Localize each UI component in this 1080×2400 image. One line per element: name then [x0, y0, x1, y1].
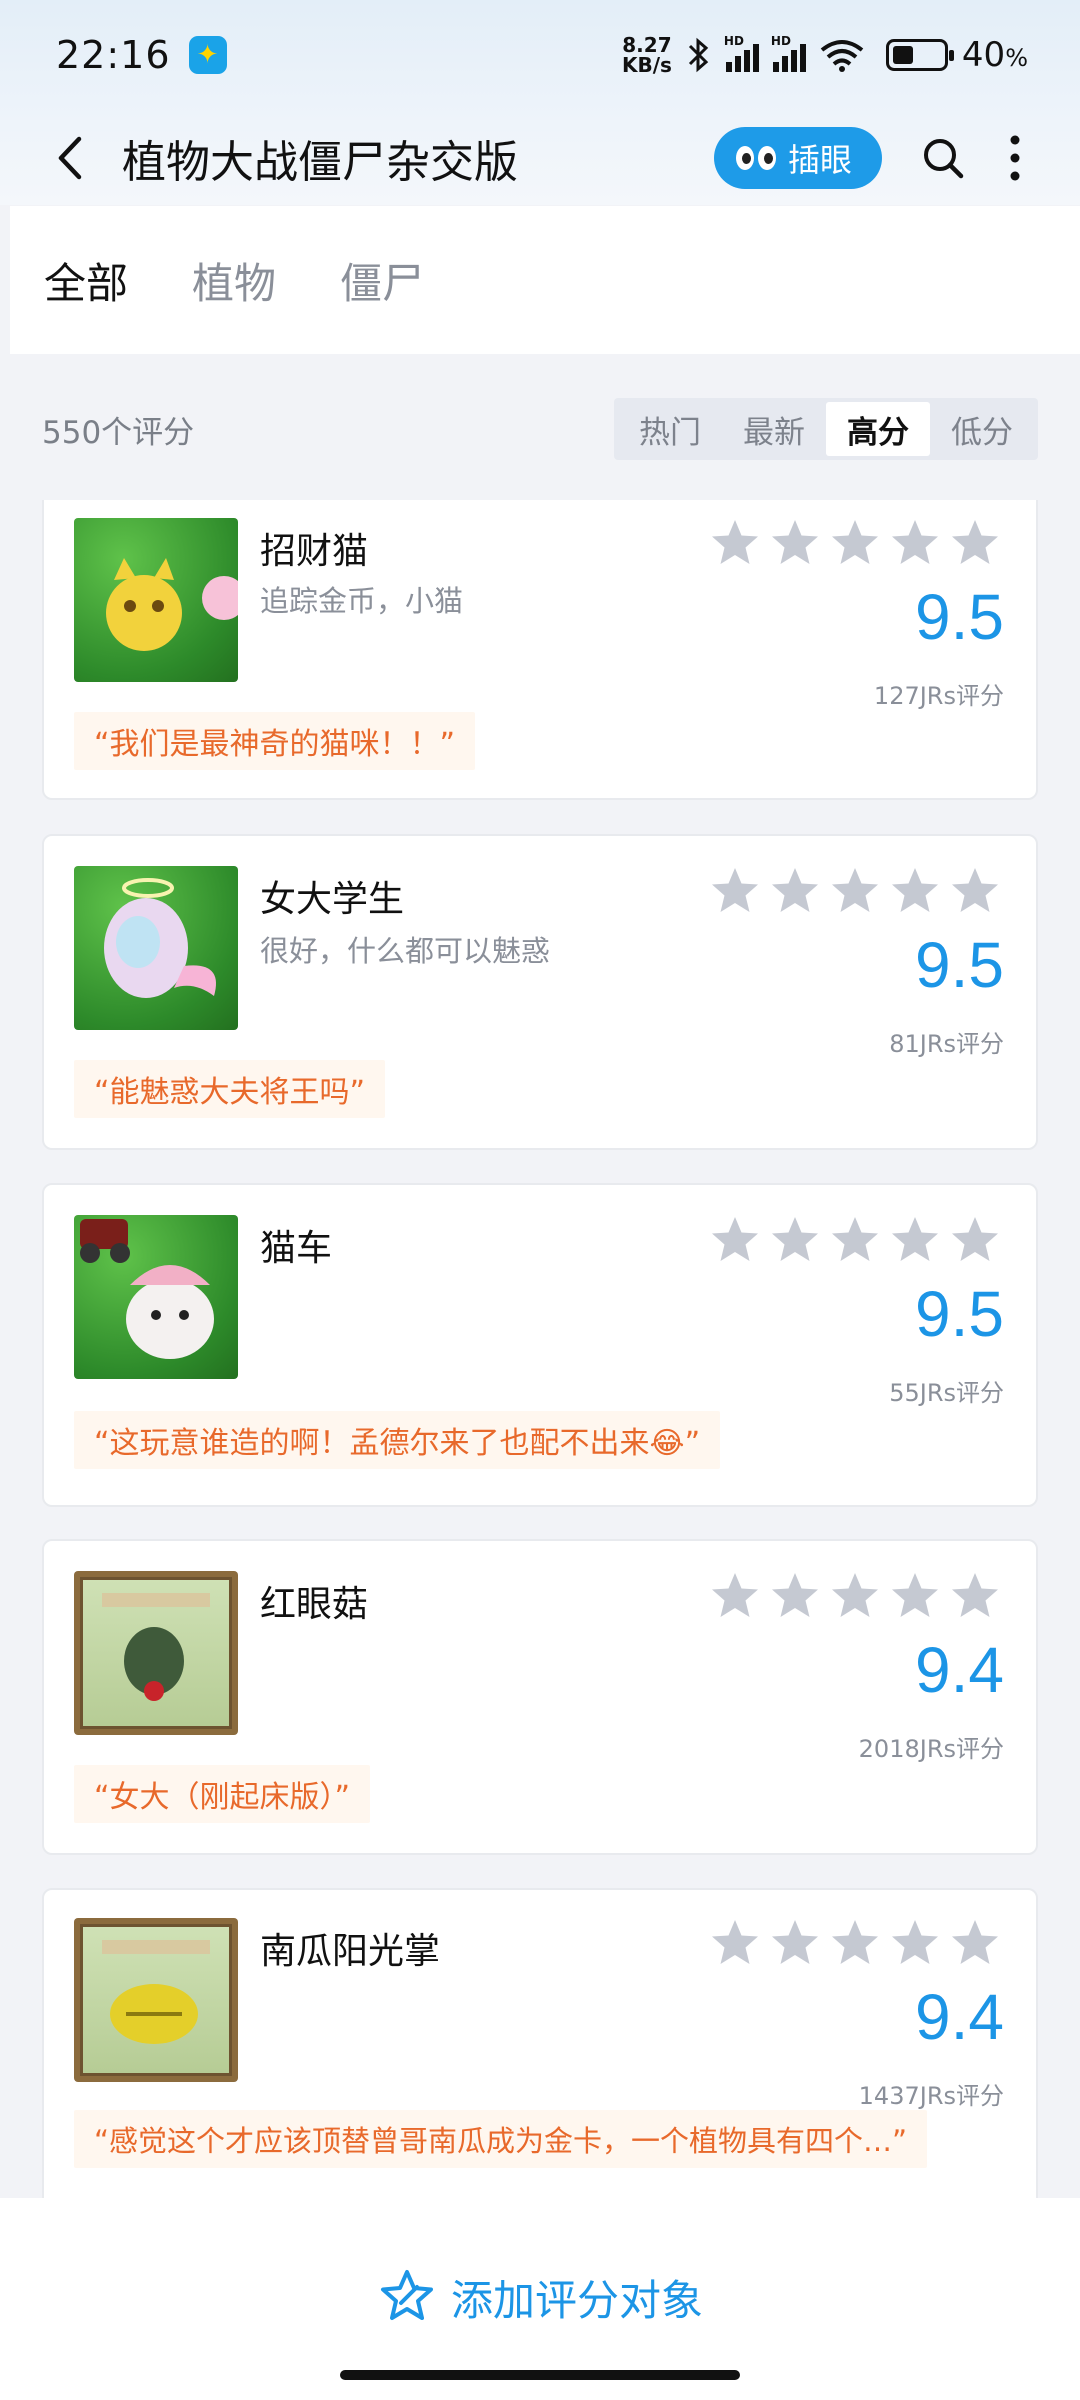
item-rater-count: 2018JRs评分	[858, 1735, 1004, 1763]
item-thumbnail	[74, 518, 238, 682]
star-icon	[712, 1920, 758, 1964]
item-top-comment: “女大（刚起床版）”	[74, 1765, 371, 1823]
item-rater-count: 55JRs评分	[889, 1379, 1004, 1407]
star-icon	[712, 520, 758, 564]
item-top-comment: “感觉这个才应该顶替曾哥南瓜成为金卡，一个植物具有四个…”	[74, 2110, 928, 2168]
sort-hot[interactable]: 热门	[618, 402, 722, 456]
network-speed: 8.27 KB/s	[621, 33, 672, 77]
sort-high-score[interactable]: 高分	[826, 402, 930, 456]
item-thumbnail	[74, 1571, 238, 1735]
peek-button[interactable]: 插眼	[713, 127, 882, 189]
item-score: 9.5	[915, 581, 1004, 653]
list-item[interactable]: 女大学生 很好，什么都可以魅惑 9.5 81JRs评分 “能魅惑大夫将王吗”	[42, 834, 1038, 1150]
wifi-icon	[820, 40, 864, 72]
more-vertical-icon	[1010, 135, 1020, 181]
battery-percent: 40%	[961, 35, 1028, 75]
star-rating[interactable]	[710, 1918, 1000, 1968]
star-icon	[892, 1217, 938, 1261]
star-icon	[832, 1920, 878, 1964]
filter-bar: 550个评分 热门 最新 高分 低分	[0, 370, 1080, 488]
star-icon	[952, 520, 998, 564]
star-icon	[832, 1573, 878, 1617]
page-title: 植物大战僵尸杂交版	[122, 137, 518, 188]
signal-1-icon: HD	[724, 34, 759, 72]
tab-zombies[interactable]: 僵尸	[340, 250, 424, 311]
item-top-comment: “能魅惑大夫将王吗”	[74, 1060, 386, 1118]
star-rating[interactable]	[710, 1215, 1000, 1265]
eyes-icon	[735, 146, 776, 170]
item-thumbnail	[74, 866, 238, 1030]
item-thumbnail	[74, 1918, 238, 2082]
category-tabs: 全部 植物 僵尸	[10, 206, 1080, 354]
item-thumbnail	[74, 1215, 238, 1379]
signal-2-icon: HD	[771, 34, 806, 72]
star-icon	[952, 1573, 998, 1617]
search-button[interactable]	[908, 123, 978, 193]
tab-all[interactable]: 全部	[44, 250, 128, 311]
sort-low-score[interactable]: 低分	[930, 402, 1034, 456]
item-rater-count: 81JRs评分	[889, 1030, 1004, 1058]
item-description: 很好，什么都可以魅惑	[260, 934, 551, 968]
item-score: 9.4	[915, 1981, 1004, 2053]
item-name: 南瓜阳光掌	[260, 1931, 441, 1972]
item-score: 9.5	[915, 929, 1004, 1001]
star-rating[interactable]	[710, 866, 1000, 916]
star-icon	[712, 868, 758, 912]
star-icon	[892, 868, 938, 912]
chevron-left-icon	[58, 136, 82, 180]
search-icon	[924, 139, 964, 179]
star-icon	[772, 1573, 818, 1617]
rating-count: 550个评分	[42, 414, 195, 451]
list-item[interactable]: 红眼菇 9.4 2018JRs评分 “女大（刚起床版）”	[42, 1539, 1038, 1855]
item-name: 女大学生	[260, 879, 405, 920]
item-name: 猫车	[260, 1228, 333, 1269]
star-icon	[892, 520, 938, 564]
status-time: 22:16	[56, 33, 171, 77]
list-item[interactable]: 招财猫 追踪金币，小猫 9.5 127JRs评分 “我们是最神奇的猫咪！！”	[42, 500, 1038, 800]
star-rating[interactable]	[710, 518, 1000, 568]
item-rater-count: 1437JRs评分	[858, 2082, 1004, 2110]
home-indicator[interactable]	[340, 2370, 740, 2380]
star-edit-icon	[380, 2270, 433, 2320]
status-bar: 22:16 ✦ 8.27 KB/s HD HD 40%	[0, 0, 1080, 110]
star-icon	[952, 868, 998, 912]
star-icon	[832, 1217, 878, 1261]
star-icon	[712, 1217, 758, 1261]
item-score: 9.5	[915, 1278, 1004, 1350]
star-icon	[772, 520, 818, 564]
notification-app-icon: ✦	[188, 36, 227, 74]
star-icon	[952, 1217, 998, 1261]
item-top-comment: “这玩意谁造的啊！孟德尔来了也配不出来😂”	[74, 1411, 721, 1469]
navigation-bar: 植物大战僵尸杂交版 插眼	[0, 110, 1080, 206]
sort-segmented-control: 热门 最新 高分 低分	[614, 398, 1038, 460]
star-icon	[892, 1920, 938, 1964]
item-rater-count: 127JRs评分	[873, 682, 1004, 710]
battery-icon	[885, 39, 954, 71]
list-item[interactable]: 猫车 9.5 55JRs评分 “这玩意谁造的啊！孟德尔来了也配不出来😂”	[42, 1183, 1038, 1507]
item-top-comment: “我们是最神奇的猫咪！！”	[74, 712, 476, 770]
more-button[interactable]	[990, 123, 1040, 193]
item-score: 9.4	[915, 1634, 1004, 1706]
list-item[interactable]: 南瓜阳光掌 9.4 1437JRs评分 “感觉这个才应该顶替曾哥南瓜成为金卡，一…	[42, 1888, 1038, 2200]
tab-plants[interactable]: 植物	[192, 250, 276, 311]
star-icon	[712, 1573, 758, 1617]
bluetooth-icon	[688, 37, 709, 73]
star-icon	[832, 520, 878, 564]
item-name: 招财猫	[260, 531, 369, 572]
star-icon	[892, 1573, 938, 1617]
star-icon	[772, 1217, 818, 1261]
add-rating-object-button[interactable]: 添加评分对象	[377, 2262, 703, 2332]
rating-list: 招财猫 追踪金币，小猫 9.5 127JRs评分 “我们是最神奇的猫咪！！” 女…	[42, 500, 1038, 2200]
star-icon	[952, 1920, 998, 1964]
item-name: 红眼菇	[260, 1584, 369, 1625]
sort-latest[interactable]: 最新	[722, 402, 826, 456]
back-button[interactable]	[40, 128, 100, 188]
star-icon	[772, 868, 818, 912]
star-icon	[832, 868, 878, 912]
item-description: 追踪金币，小猫	[260, 584, 464, 618]
star-rating[interactable]	[710, 1571, 1000, 1621]
star-icon	[772, 1920, 818, 1964]
